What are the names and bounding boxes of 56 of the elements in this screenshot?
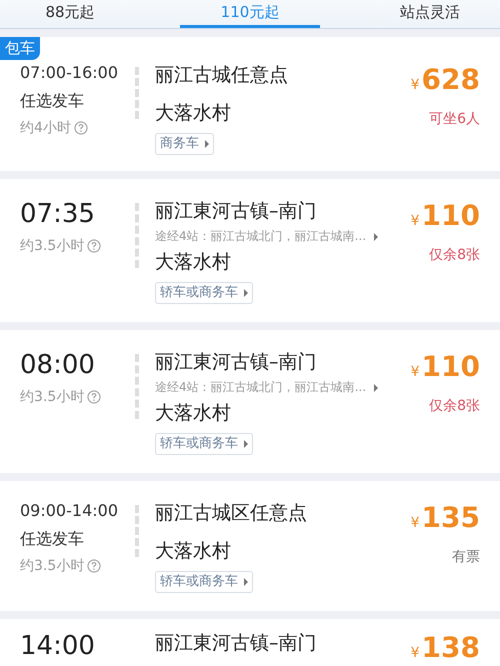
help-icon[interactable] [87, 239, 102, 253]
charter-badge: 包车 [0, 37, 40, 60]
price: 135 [422, 501, 480, 535]
price: 138 [422, 631, 480, 665]
trip-card[interactable]: 08:00 约3.5小时 丽江東河古镇–南门 途经4站：丽江古城北门，丽江古城南... 大落水村 轿车或商务车 ¥110 仅余8张 [0, 330, 500, 473]
origin-stop: 丽江古城任意点 [155, 63, 288, 87]
departure-time: 08:00 [20, 350, 96, 380]
tab[interactable]: 88元起 [0, 0, 140, 28]
departure-time: 09:00-14:00 [20, 501, 119, 521]
destination-stop: 大落水村 [155, 250, 231, 274]
caret-icon [205, 140, 209, 148]
help-icon[interactable] [87, 390, 102, 404]
vehicle-type-tag[interactable]: 轿车或商务车 [155, 282, 253, 304]
departure-note: 任选发车 [20, 529, 85, 549]
caret-icon [244, 440, 248, 448]
currency-sign: ¥ [410, 212, 420, 231]
duration-text: 约3.5小时 [20, 557, 84, 575]
availability-text: 仅余8张 [429, 246, 480, 264]
duration-text: 约3.5小时 [20, 237, 84, 255]
caret-icon [244, 289, 248, 297]
departure-note: 任选发车 [20, 91, 85, 111]
vehicle-type-tag[interactable]: 商务车 [155, 133, 214, 155]
vehicle-type-tag[interactable]: 轿车或商务车 [155, 433, 253, 455]
vehicle-type-tag[interactable]: 轿车或商务车 [155, 571, 253, 593]
currency-sign: ¥ [410, 363, 420, 382]
caret-icon [244, 578, 248, 586]
destination-stop: 大落水村 [155, 101, 231, 125]
availability-text: 仅余8张 [429, 397, 480, 415]
availability-text: 可坐6人 [429, 110, 480, 128]
currency-sign: ¥ [410, 514, 420, 533]
tab[interactable]: 站点灵活 [360, 0, 500, 28]
trip-card[interactable]: 包车 07:00-16:00 任选发车 约4小时 丽江古城任意点 大落水村 商务车 ¥628 可坐6人 [0, 37, 500, 171]
currency-sign: ¥ [410, 644, 420, 663]
origin-stop: 丽江古城区任意点 [155, 501, 307, 525]
origin-stop: 丽江東河古镇–南门 [155, 631, 316, 655]
trip-card[interactable]: 07:35 约3.5小时 丽江東河古镇–南门 途经4站：丽江古城北门，丽江古城南... 大落水村 轿车或商务车 ¥110 仅余8张 [0, 179, 500, 322]
duration-text: 约3.5小时 [20, 388, 84, 406]
trip-card[interactable]: 14:00 丽江東河古镇–南门 ¥138 [0, 619, 500, 666]
caret-icon [374, 232, 378, 240]
departure-time: 14:00 [20, 631, 96, 661]
origin-stop: 丽江東河古镇–南门 [155, 350, 316, 374]
trip-card[interactable]: 09:00-14:00 任选发车 约3.5小时 丽江古城区任意点 大落水村 轿车或商务车 ¥135 有票 [0, 481, 500, 611]
currency-sign: ¥ [410, 76, 420, 95]
departure-time: 07:35 [20, 199, 96, 229]
departure-time: 07:00-16:00 [20, 63, 119, 83]
help-icon[interactable] [87, 559, 102, 573]
help-icon[interactable] [74, 121, 88, 135]
price: 110 [422, 350, 480, 384]
destination-stop: 大落水村 [155, 539, 231, 563]
destination-stop: 大落水村 [155, 401, 231, 425]
origin-stop: 丽江東河古镇–南门 [155, 199, 316, 223]
duration-text: 约4小时 [20, 119, 71, 137]
price: 628 [422, 63, 480, 97]
price: 110 [422, 199, 480, 233]
caret-icon [374, 384, 378, 392]
availability-text: 有票 [452, 548, 480, 566]
